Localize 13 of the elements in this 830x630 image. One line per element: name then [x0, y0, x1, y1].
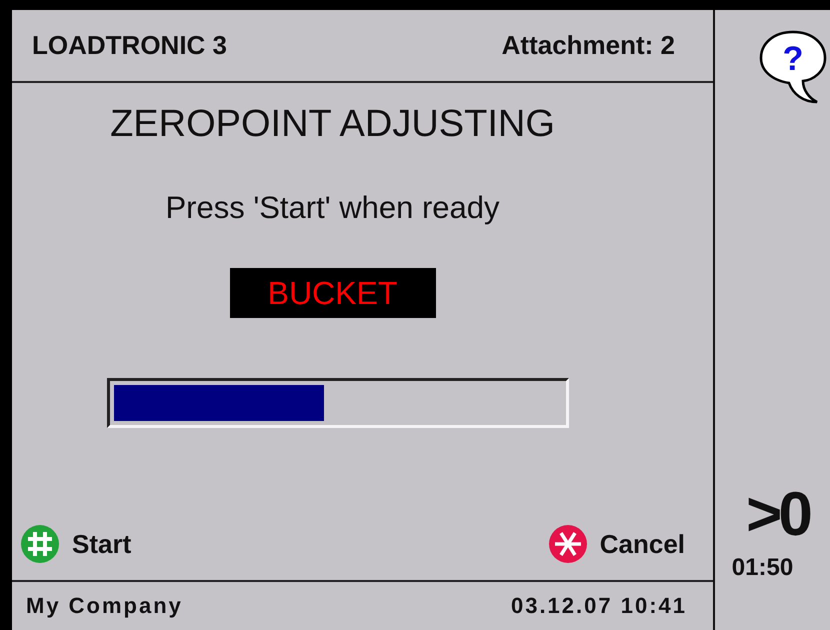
attachment-label: Attachment: 2 — [502, 30, 675, 61]
cancel-button[interactable]: Cancel — [548, 524, 685, 564]
asterisk-icon — [548, 524, 588, 564]
timer: 01:50 — [732, 554, 794, 582]
date-time: 03.12.07 10:41 — [510, 593, 687, 619]
screen-heading: ZEROPOINT ADJUSTING — [110, 103, 555, 146]
start-button[interactable]: Start — [20, 524, 132, 564]
device-title: LOADTRONIC 3 — [32, 30, 227, 61]
company-name: My Company — [26, 593, 183, 619]
tool-display: BUCKET — [230, 268, 436, 318]
instruction-text: Press 'Start' when ready — [165, 190, 500, 226]
zero-indicator: >0 — [746, 479, 809, 550]
hash-icon — [20, 524, 60, 564]
